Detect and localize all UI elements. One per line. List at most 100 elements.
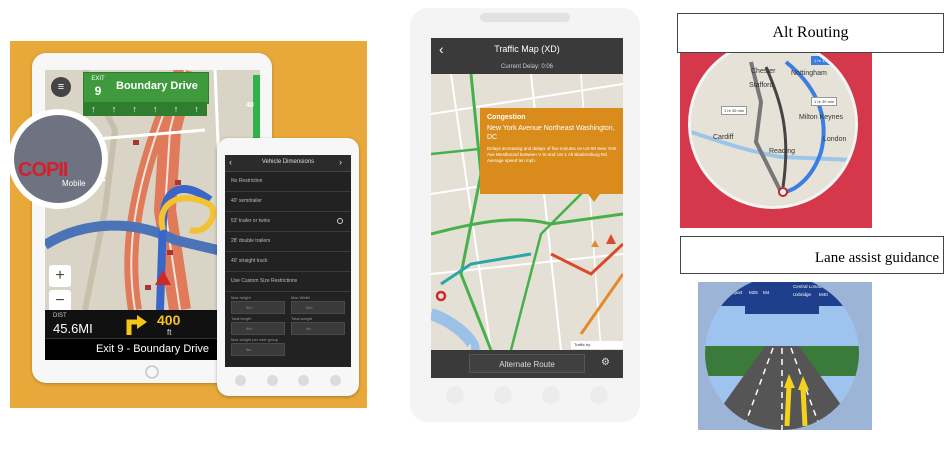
total-weight-field[interactable]: lbs — [291, 322, 345, 335]
traffic-map-header: ‹ Traffic Map (XD) — [431, 38, 623, 62]
copilot-logo-text: COPII — [18, 159, 68, 181]
max-height-field[interactable]: ft/in — [231, 301, 285, 314]
city-label: Nottingham — [791, 70, 827, 77]
field-label: Max Width — [291, 295, 310, 300]
phone-nav-bar — [431, 384, 623, 406]
field-label: Total length — [231, 316, 252, 321]
copilot-logo-badge: COPII Mobile — [10, 111, 106, 207]
lane-assist-label: Lane assist guidance — [814, 250, 939, 266]
nav-button[interactable] — [298, 374, 310, 386]
lane-arrow-icon: ↑ — [132, 104, 137, 114]
field-label: Max height — [231, 295, 251, 300]
lane-arrow-icon: ↑ — [91, 104, 96, 114]
city-label: Chester — [751, 68, 776, 75]
lane-assist-view: Airport M25 M4 Central London Uxbridge M… — [705, 282, 859, 430]
traffic-attribution: Traffic by — [571, 341, 623, 349]
home-button[interactable] — [145, 365, 159, 379]
nav-button[interactable] — [590, 386, 608, 404]
city-label: Stafford — [749, 82, 774, 89]
sign-text: M40 — [819, 292, 828, 297]
city-label: Milton Keynes — [799, 114, 843, 121]
alternate-route-button[interactable]: Alternate Route — [469, 354, 585, 373]
copilot-logo-bg: COPII Mobile — [14, 115, 102, 203]
zoom-in-button[interactable]: + — [49, 265, 71, 287]
field-label: Total weight — [291, 316, 313, 321]
copilot-promo-panel: ≡ EXIT 9 Boundary Drive ↑ ↑ ↑ ↑ ↑ ↑ 40 +… — [10, 41, 367, 408]
turn-distance: 400 — [157, 312, 181, 328]
nav-button[interactable] — [542, 386, 560, 404]
exit-name: Boundary Drive — [116, 80, 198, 92]
max-width-field[interactable]: ft/in — [291, 301, 345, 314]
congestion-popup[interactable]: Congestion New York Avenue Northeast Was… — [480, 108, 623, 202]
alt-routing-map: Chester Stafford Nottingham Milton Keyne… — [688, 53, 858, 209]
sign-text: M25 — [749, 290, 758, 295]
vehicle-option[interactable]: 28' double trailers — [225, 232, 351, 252]
phone-speaker — [480, 13, 570, 22]
vehicle-dimensions-header: ‹ Vehicle Dimensions › — [225, 155, 351, 172]
traffic-phone-device: ‹ Traffic Map (XD) Current Delay: 0:06 C… — [410, 8, 640, 422]
nav-button[interactable] — [235, 374, 247, 386]
total-length-field[interactable]: ft/in — [231, 322, 285, 335]
alt-routing-label: Alt Routing — [772, 24, 849, 41]
city-label: Reading — [769, 148, 796, 155]
traffic-map-screen: ‹ Traffic Map (XD) Current Delay: 0:06 C… — [431, 38, 623, 378]
zoom-out-button[interactable]: − — [49, 290, 71, 312]
lane-arrow-icon: ↑ — [111, 104, 117, 114]
route-time-tag[interactable]: 1 hr 35 min — [721, 106, 748, 115]
distance-label: DIST — [53, 313, 67, 319]
current-delay: Current Delay: 0:06 — [500, 64, 554, 70]
alt-routing-caption: Alt Routing — [677, 13, 944, 53]
city-label: London — [823, 136, 847, 143]
delay-bar: Current Delay: 0:06 — [431, 62, 623, 74]
vehicle-option[interactable]: 53' trailer or twins — [225, 212, 351, 232]
copilot-logo-sub: Mobile — [62, 179, 86, 188]
phone-nav-bar — [225, 371, 351, 389]
sign-text: Central London — [793, 284, 824, 289]
nav-button[interactable] — [446, 386, 464, 404]
congestion-description: Delays increasing and delays of five min… — [487, 146, 617, 163]
sign-text: M4 — [763, 290, 770, 295]
vehicle-option[interactable]: No Restriction — [225, 172, 351, 192]
speed-value: 40 — [246, 102, 254, 109]
vehicle-option[interactable]: 40' straight truck — [225, 252, 351, 272]
turn-unit: ft — [167, 328, 172, 337]
exit-tag: EXIT — [91, 76, 105, 82]
alt-routing-panel: Chester Stafford Nottingham Milton Keyne… — [680, 53, 872, 228]
exit-sign: EXIT 9 Boundary Drive — [83, 72, 209, 104]
traffic-map-bottom-bar: Alternate Route ⚙ — [431, 350, 623, 378]
settings-gear-icon[interactable]: ⚙ — [601, 357, 610, 368]
route-time-tag[interactable]: 1 hr 30 min — [811, 97, 838, 106]
lane-arrows: ↑ ↑ ↑ ↑ ↑ ↑ — [83, 102, 207, 116]
route-map — [691, 53, 855, 206]
sign-text: Uxbridge — [793, 292, 812, 297]
menu-icon[interactable]: ≡ — [51, 77, 71, 97]
lane-assist-panel: Airport M25 M4 Central London Uxbridge M… — [698, 282, 872, 430]
nav-button[interactable] — [494, 386, 512, 404]
city-label: Cardiff — [713, 134, 734, 141]
forward-arrow-icon[interactable]: › — [339, 157, 342, 167]
motorway-sign: Airport M25 M4 Central London Uxbridge M… — [705, 282, 859, 306]
traffic-map-title: Traffic Map (XD) — [494, 44, 560, 54]
nav-button[interactable] — [329, 374, 341, 386]
lane-arrow-icon: ↑ — [194, 104, 199, 114]
nav-button[interactable] — [266, 374, 278, 386]
lane-assist-caption: Lane assist guidance — [680, 236, 944, 274]
vehicle-option[interactable]: Use Custom Size Restrictions — [225, 272, 351, 292]
vehicle-dimensions-screen: ‹ Vehicle Dimensions › No Restriction 40… — [225, 155, 351, 367]
vehicle-dimensions-title: Vehicle Dimensions — [261, 159, 315, 165]
popup-pointer — [588, 194, 600, 202]
lane-arrow-icon: ↑ — [153, 104, 158, 114]
axle-weight-field[interactable]: lbs — [231, 343, 285, 356]
phone-device: ‹ Vehicle Dimensions › No Restriction 40… — [217, 138, 359, 396]
vehicle-option[interactable]: 40' semitrailer — [225, 192, 351, 212]
selected-radio-icon[interactable] — [337, 218, 343, 224]
sign-text: Airport — [729, 290, 743, 295]
lane-arrow-icon: ↑ — [173, 104, 179, 114]
exit-number: 9 — [94, 84, 102, 98]
congestion-title: Congestion — [487, 114, 526, 121]
turn-right-icon — [126, 315, 147, 335]
distance-value: 45.6MI — [53, 321, 93, 336]
route-time-tag[interactable]: 1 hr 13 min — [811, 56, 838, 65]
congestion-address: New York Avenue Northeast Washington, DC — [487, 125, 615, 141]
field-label: Max weight per axle group — [231, 337, 278, 342]
